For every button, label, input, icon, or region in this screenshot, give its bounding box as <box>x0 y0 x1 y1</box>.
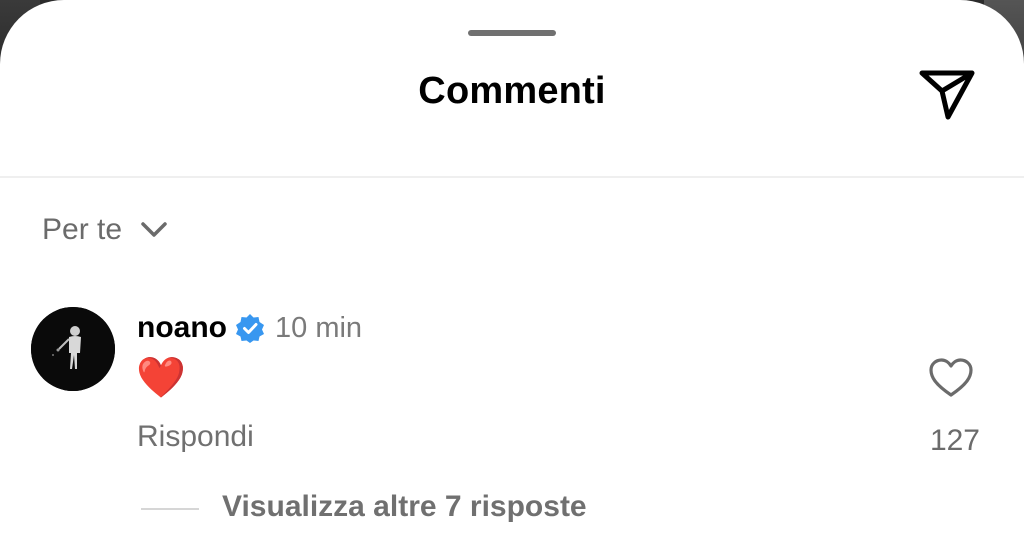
sheet-title: Commenti <box>418 70 606 112</box>
verified-badge-icon <box>236 314 264 343</box>
like-button[interactable] <box>926 356 976 400</box>
avatar[interactable] <box>31 307 115 391</box>
share-button[interactable] <box>914 64 978 124</box>
chevron-down-icon <box>141 222 167 237</box>
sort-dropdown[interactable]: Per te <box>42 210 168 250</box>
comment-header: noano 10 min <box>137 308 362 348</box>
like-count: 127 <box>929 424 980 457</box>
paper-plane-icon <box>919 70 975 120</box>
comments-sheet: Commenti Per te noano 10 min ❤️ Rispondi <box>0 0 1024 552</box>
header-divider <box>0 176 1024 178</box>
comment-username[interactable]: noano <box>137 311 227 345</box>
replies-divider-line <box>141 508 199 510</box>
comment-time: 10 min <box>275 311 363 344</box>
heart-icon <box>929 358 973 397</box>
reply-button[interactable]: Rispondi <box>137 420 254 454</box>
sheet-grabber[interactable] <box>468 30 556 36</box>
view-more-replies-button[interactable]: Visualizza altre 7 risposte <box>222 490 587 524</box>
avatar-image <box>31 307 115 391</box>
sort-label: Per te <box>42 213 123 246</box>
comment-text: ❤️ <box>136 356 186 400</box>
